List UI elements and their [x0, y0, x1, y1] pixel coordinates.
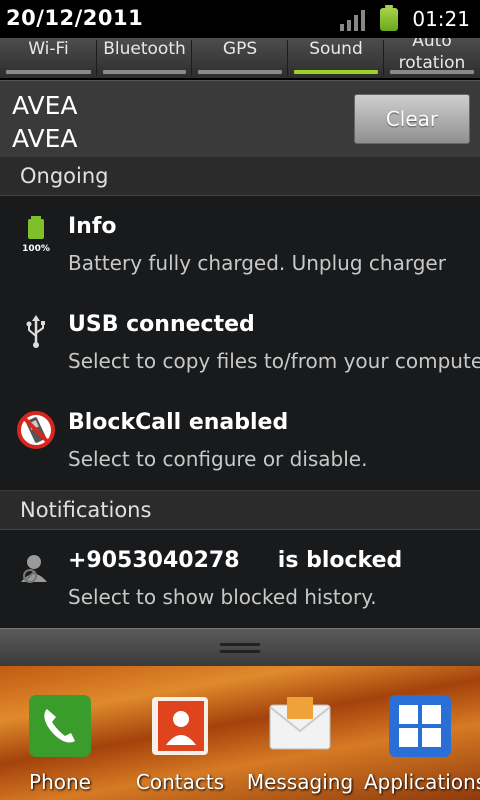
toggle-indicator [294, 70, 378, 74]
toggle-auto-rotation[interactable]: Auto rotation [384, 38, 480, 78]
dock-label: Contacts [135, 770, 225, 794]
notification-blocked-call[interactable]: +9053040278 is blocked Select to show bl… [0, 530, 480, 629]
dock-label: Phone [29, 770, 91, 794]
battery-level-label: 100% [22, 244, 50, 254]
dock-label: Applications [364, 770, 480, 794]
dock-label: Messaging [246, 770, 354, 794]
phone-icon [29, 695, 91, 757]
toggle-sound[interactable]: Sound [288, 38, 384, 78]
toggle-label: Sound [309, 39, 363, 59]
toggle-gps[interactable]: GPS [192, 38, 288, 78]
notification-subtitle: Select to copy files to/from your comput… [68, 349, 480, 373]
toggle-indicator [390, 70, 474, 74]
notification-title: BlockCall enabled [68, 410, 289, 435]
status-time: 01:21 [412, 7, 470, 31]
envelope-icon [269, 697, 331, 750]
toggle-wifi[interactable]: Wi-Fi [0, 38, 97, 78]
notification-subtitle: Select to show blocked history. [68, 585, 377, 609]
toggle-label: Wi-Fi [28, 39, 69, 59]
status-date: 20/12/2011 [6, 6, 144, 30]
section-title: Ongoing [20, 164, 109, 188]
section-title: Notifications [20, 498, 152, 522]
usb-icon [26, 315, 45, 348]
section-header-notifications: Notifications [0, 491, 480, 530]
notification-subtitle: Select to configure or disable. [68, 447, 368, 471]
clear-button[interactable]: Clear [354, 94, 470, 144]
carrier-header: AVEA AVEA Clear [0, 80, 480, 157]
notification-blockcall-enabled[interactable]: BlockCall enabled Select to configure or… [0, 392, 480, 491]
carrier-name: AVEA [12, 91, 78, 120]
toggle-bluetooth[interactable]: Bluetooth [97, 38, 192, 78]
dock-phone[interactable]: Phone [14, 695, 106, 794]
panel-drag-handle[interactable] [0, 628, 480, 667]
toggle-label: Auto rotation [398, 38, 466, 73]
toggle-indicator [103, 70, 186, 74]
status-bar: 20/12/2011 01:21 [0, 0, 480, 38]
notification-title: +9053040278 is blocked [68, 548, 403, 573]
carrier-name-secondary: AVEA [12, 124, 78, 153]
battery-status-icon [380, 5, 398, 31]
toggle-label: Bluetooth [103, 39, 186, 59]
dock-applications[interactable]: Applications [364, 695, 480, 794]
quick-settings-toggles: Wi-Fi Bluetooth GPS Sound Auto rotation [0, 38, 480, 78]
notification-battery-info[interactable]: 100% Info Battery fully charged. Unplug … [0, 196, 480, 295]
blocked-phone-icon [17, 411, 55, 449]
battery-full-icon: 100% [22, 216, 50, 254]
signal-strength-icon [340, 10, 365, 31]
notification-title: Info [68, 214, 117, 239]
blocked-contact-icon [21, 555, 47, 583]
applications-grid-icon [389, 695, 451, 757]
notification-title: USB connected [68, 312, 255, 337]
toggle-indicator [6, 70, 91, 74]
toggle-indicator [198, 70, 282, 74]
notification-usb-connected[interactable]: USB connected Select to copy files to/fr… [0, 294, 480, 393]
dock-contacts[interactable]: Contacts [134, 695, 226, 794]
section-header-ongoing: Ongoing [0, 157, 480, 196]
contacts-icon [152, 697, 208, 755]
notification-subtitle: Battery fully charged. Unplug charger [68, 251, 446, 275]
dock-messaging[interactable]: Messaging [246, 695, 354, 794]
grip-icon [220, 643, 260, 653]
toggle-label: GPS [222, 39, 258, 59]
